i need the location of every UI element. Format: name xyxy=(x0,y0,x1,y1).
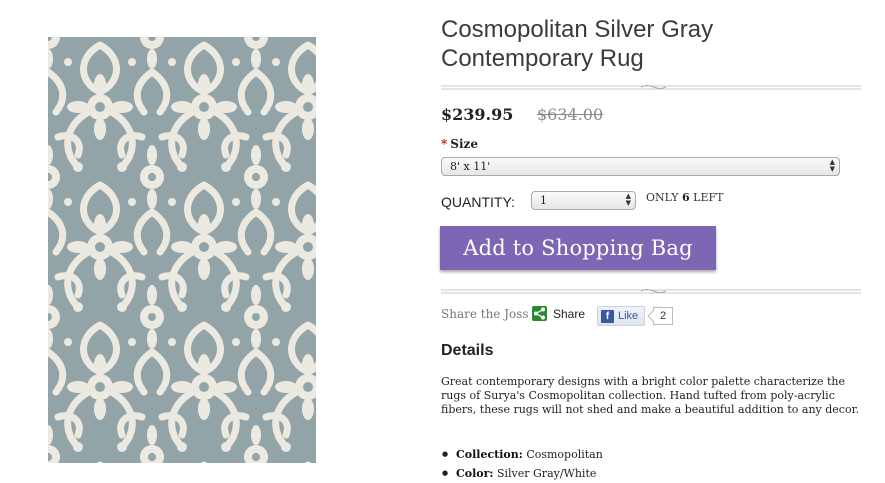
quantity-label: QUANTITY: xyxy=(441,194,515,210)
stock-prefix: ONLY xyxy=(646,191,679,204)
share-button-label: Share xyxy=(553,306,586,321)
select-arrows-icon: ▲ ▼ xyxy=(625,192,631,207)
product-image[interactable] xyxy=(48,37,316,463)
spec-label: Collection: xyxy=(456,448,523,461)
quantity-select[interactable]: 1 ▲ ▼ xyxy=(531,191,636,210)
add-to-bag-button[interactable]: Add to Shopping Bag xyxy=(440,226,716,270)
product-title: Cosmopolitan Silver Gray Contemporary Ru… xyxy=(441,16,714,72)
size-label: * Size xyxy=(441,137,478,151)
size-label-text: Size xyxy=(450,137,478,151)
list-item: Collection: Cosmopolitan xyxy=(441,445,603,464)
share-label: Share the Joss xyxy=(441,307,529,321)
spec-value: Silver Gray/White xyxy=(496,467,597,480)
product-description: Great contemporary designs with a bright… xyxy=(441,375,860,416)
like-count: 2 xyxy=(653,307,673,325)
spec-value: Cosmopolitan xyxy=(526,448,603,461)
stock-suffix: LEFT xyxy=(693,191,724,204)
original-price: $634.00 xyxy=(537,105,604,124)
sale-price: $239.95 xyxy=(441,105,514,124)
stock-count: 6 xyxy=(682,191,690,204)
required-mark: * xyxy=(441,137,448,151)
quantity-select-value: 1 xyxy=(540,194,547,207)
rug-pattern-illustration xyxy=(48,37,316,463)
facebook-like-button[interactable]: f Like xyxy=(597,306,645,326)
title-divider xyxy=(441,85,861,90)
details-heading: Details xyxy=(441,342,494,359)
facebook-icon: f xyxy=(601,309,614,323)
spec-label: Color: xyxy=(456,467,494,480)
size-select[interactable]: 8' x 11' ▲ ▼ xyxy=(441,157,840,176)
stock-notice: ONLY 6 LEFT xyxy=(646,191,723,204)
like-label: Like xyxy=(618,310,639,322)
cart-divider xyxy=(441,289,861,294)
select-arrows-icon: ▲ ▼ xyxy=(829,158,835,173)
share-icon xyxy=(532,306,547,321)
size-select-value: 8' x 11' xyxy=(450,160,491,173)
spec-list: Collection: Cosmopolitan Color: Silver G… xyxy=(441,445,603,483)
list-item: Color: Silver Gray/White xyxy=(441,464,603,483)
share-button[interactable]: Share xyxy=(532,306,585,321)
